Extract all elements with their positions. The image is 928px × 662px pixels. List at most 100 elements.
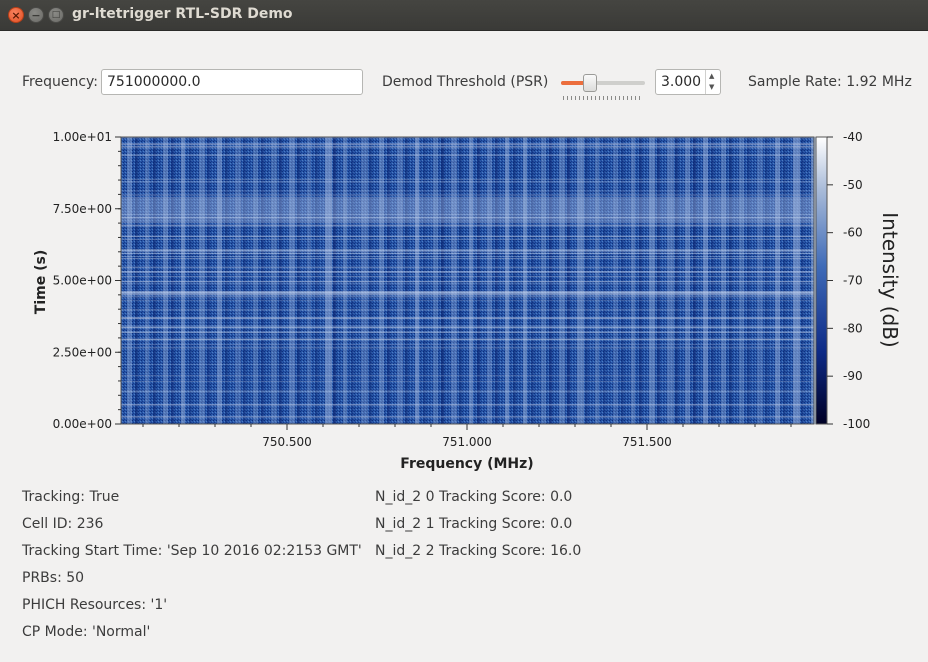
waterfall-band bbox=[361, 137, 368, 424]
waterfall-band bbox=[153, 137, 156, 424]
waterfall-band bbox=[369, 137, 372, 424]
waterfall-band bbox=[279, 137, 282, 424]
x-tick-label: 751.000 bbox=[442, 435, 492, 449]
colorbar-tick-label: -90 bbox=[843, 369, 863, 383]
frequency-input[interactable] bbox=[101, 69, 363, 95]
waterfall-streak bbox=[121, 416, 814, 418]
waterfall-band bbox=[235, 137, 241, 424]
waterfall-band bbox=[189, 137, 192, 424]
spin-up-icon[interactable]: ▲ bbox=[709, 73, 714, 80]
waterfall-band bbox=[775, 137, 780, 424]
waterfall-band bbox=[595, 137, 599, 424]
waterfall-band bbox=[163, 137, 168, 424]
threshold-spinbox[interactable]: 3.000 ▲ ▼ bbox=[655, 69, 721, 95]
waterfall-band bbox=[541, 137, 546, 424]
waterfall-streak bbox=[121, 250, 814, 253]
waterfall-band bbox=[505, 137, 509, 424]
waterfall-streak bbox=[121, 381, 814, 382]
waterfall-band bbox=[217, 137, 222, 424]
waterfall-band bbox=[459, 137, 462, 424]
colorbar-tick-label: -70 bbox=[843, 274, 863, 288]
sample-rate-label: Sample Rate: 1.92 MHz bbox=[748, 74, 912, 90]
prbs: PRBs: 50 bbox=[22, 570, 85, 586]
y-tick-label: 7.50e+00 bbox=[53, 202, 112, 216]
waterfall-band bbox=[397, 137, 403, 424]
waterfall-band bbox=[577, 137, 584, 424]
waterfall-streak bbox=[121, 300, 814, 301]
threshold-slider-track[interactable] bbox=[561, 81, 645, 85]
waterfall-band bbox=[693, 137, 696, 424]
title-bar: × − □ gr-ltetrigger RTL-SDR Demo bbox=[0, 0, 928, 31]
waterfall-streak bbox=[121, 239, 814, 240]
tracking-start-time: Tracking Start Time: 'Sep 10 2016 02:215… bbox=[22, 543, 362, 559]
waterfall-band bbox=[343, 137, 347, 424]
waterfall-streak bbox=[121, 256, 814, 257]
waterfall-band bbox=[585, 137, 588, 424]
waterfall-band bbox=[333, 137, 336, 424]
waterfall-band bbox=[145, 137, 149, 424]
minimize-window-button[interactable]: − bbox=[28, 7, 44, 23]
waterfall-streak bbox=[121, 344, 814, 345]
colorbar bbox=[815, 136, 828, 425]
x-tick-label: 750.500 bbox=[262, 435, 312, 449]
spinbox-arrows: ▲ ▼ bbox=[705, 70, 720, 94]
colorbar-tick-label: -60 bbox=[843, 226, 863, 240]
waterfall-band bbox=[649, 137, 655, 424]
threshold-value[interactable]: 3.000 bbox=[661, 74, 701, 90]
waterfall-band bbox=[135, 137, 138, 424]
waterfall-band bbox=[703, 137, 708, 424]
waterfall-band bbox=[271, 137, 277, 424]
frequency-label: Frequency: bbox=[22, 74, 99, 90]
nid2-0-score: N_id_2 0 Tracking Score: 0.0 bbox=[375, 489, 573, 505]
y-axis-label: Time (s) bbox=[33, 250, 49, 314]
waterfall-streak bbox=[121, 154, 814, 156]
demod-threshold-label: Demod Threshold (PSR) bbox=[382, 74, 549, 90]
waterfall-band bbox=[207, 137, 210, 424]
waterfall-band bbox=[657, 137, 660, 424]
waterfall-bright-region bbox=[121, 197, 814, 223]
window-title: gr-ltetrigger RTL-SDR Demo bbox=[72, 6, 293, 22]
waterfall-streak bbox=[121, 258, 814, 259]
waterfall-streak bbox=[121, 363, 814, 365]
waterfall-band bbox=[433, 137, 438, 424]
waterfall-streak bbox=[121, 325, 814, 327]
waterfall-band bbox=[261, 137, 264, 424]
waterfall-band bbox=[225, 137, 228, 424]
x-axis-label: Frequency (MHz) bbox=[400, 456, 533, 472]
waterfall-streak bbox=[121, 293, 814, 296]
waterfall-streak bbox=[121, 389, 814, 391]
waterfall-band bbox=[199, 137, 205, 424]
y-tick-label: 2.50e+00 bbox=[53, 345, 112, 359]
spin-down-icon[interactable]: ▼ bbox=[709, 84, 714, 91]
close-window-button[interactable]: × bbox=[8, 7, 24, 23]
waterfall-band bbox=[667, 137, 674, 424]
waterfall-band bbox=[127, 137, 132, 424]
phich-resources: PHICH Resources: '1' bbox=[22, 597, 168, 613]
waterfall-band bbox=[621, 137, 624, 424]
waterfall-streak bbox=[121, 276, 814, 277]
waterfall-band bbox=[729, 137, 732, 424]
waterfall-band bbox=[487, 137, 492, 424]
waterfall-band bbox=[721, 137, 726, 424]
maximize-window-button[interactable]: □ bbox=[48, 7, 64, 23]
waterfall-streak bbox=[121, 309, 814, 311]
waterfall-streak bbox=[121, 235, 814, 237]
waterfall-streak bbox=[121, 190, 814, 192]
waterfall-band bbox=[315, 137, 318, 424]
nid2-2-score: N_id_2 2 Tracking Score: 16.0 bbox=[375, 543, 582, 559]
waterfall-streak bbox=[121, 266, 814, 269]
y-tick-label: 0.00e+00 bbox=[53, 417, 112, 431]
waterfall-band bbox=[711, 137, 714, 424]
waterfall-band bbox=[685, 137, 690, 424]
waterfall-band bbox=[423, 137, 426, 424]
waterfall-band bbox=[523, 137, 527, 424]
cell-id: Cell ID: 236 bbox=[22, 516, 104, 532]
waterfall-band bbox=[783, 137, 786, 424]
waterfall-streak bbox=[121, 331, 814, 333]
waterfall-band bbox=[613, 137, 618, 424]
tracking-status: Tracking: True bbox=[22, 489, 120, 505]
threshold-slider-handle[interactable] bbox=[583, 74, 598, 92]
waterfall-band bbox=[757, 137, 763, 424]
waterfall-band bbox=[739, 137, 744, 424]
waterfall-band bbox=[765, 137, 768, 424]
